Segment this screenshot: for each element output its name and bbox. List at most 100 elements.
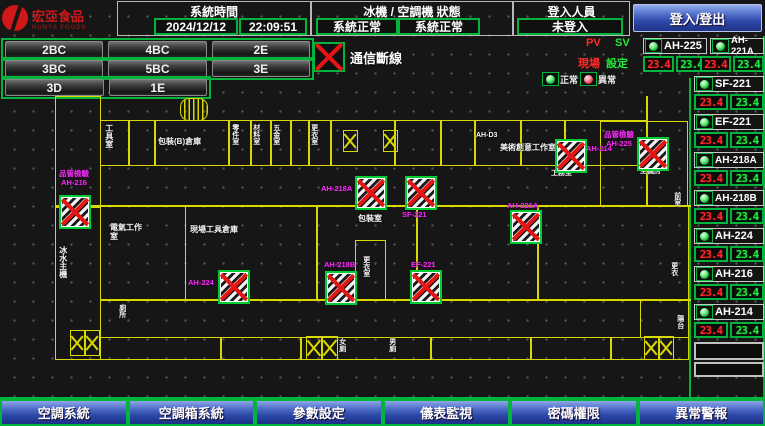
nav-abnormal-alarm[interactable]: 異常警報 [638, 399, 765, 426]
unit-name: AH-224 [715, 230, 753, 242]
room-label: 美術創意工作室 [500, 144, 556, 153]
room-label: 材料室 [252, 124, 260, 164]
device-status-ah221a[interactable] [510, 210, 542, 244]
unit-row-ef221[interactable]: EF-221 [694, 114, 764, 130]
unit-row-ah214[interactable]: AH-214 [694, 304, 764, 320]
legend-pv: PV [586, 37, 601, 49]
floor-button-1e[interactable]: 1E [109, 79, 208, 96]
unit-sv: 23.4 [730, 170, 764, 186]
device-tag-line: AH-225 [602, 140, 636, 149]
wall-divider [228, 121, 230, 165]
unit-row-ah224[interactable]: AH-224 [694, 228, 764, 244]
device-status-sf221[interactable] [405, 176, 437, 210]
room-label: 更衣室 [310, 124, 318, 164]
unit-name: AH-218A [715, 155, 757, 166]
floor-button-3d[interactable]: 3D [5, 79, 104, 96]
device-tag-ah224: AH-224 [188, 279, 214, 288]
brand-logo-icon [2, 5, 28, 31]
device-status-ah218a[interactable] [355, 176, 387, 210]
floor-button-3e[interactable]: 3E [212, 60, 310, 77]
unit-pv: 23.4 [694, 208, 728, 224]
shaft-x-symbol [85, 330, 100, 356]
login-logout-button[interactable]: 登入/登出 [633, 4, 762, 32]
room-label: 更衣室 [362, 256, 370, 296]
floor-button-3bc[interactable]: 3BC [5, 60, 103, 77]
unit-sv: 23.4 [730, 322, 764, 338]
unit-values-ah224: 23.4 23.4 [694, 246, 764, 262]
device-status-ah214[interactable] [555, 139, 587, 173]
wall-segment [355, 240, 386, 300]
unit-lamp [696, 153, 713, 167]
comm-fail-icon [313, 42, 345, 72]
device-status-ef221[interactable] [410, 270, 442, 304]
device-status-ah216[interactable] [59, 195, 91, 229]
unit-lamp [696, 191, 713, 205]
nav-ahu-system[interactable]: 空調箱系統 [128, 399, 256, 426]
wall-divider [220, 338, 222, 359]
unit-pv: 23.4 [694, 94, 728, 110]
unit-values-ah225: 23.4 23.4 [643, 56, 707, 72]
device-tag-ah216: 品管檢驗 AH-216 [46, 170, 102, 187]
room-label: 工具室 [104, 124, 113, 164]
unit-name: SF-221 [715, 78, 751, 90]
wall-divider [440, 121, 442, 165]
wall-divider [610, 338, 612, 359]
brand-logo: 宏亞食品 HUNYA FOODS [2, 2, 114, 34]
wall-divider [300, 338, 302, 359]
device-status-ah224[interactable] [218, 270, 250, 304]
device-tag-line: AH-224 [188, 279, 214, 288]
wall-divider [290, 121, 292, 165]
device-tag-ah218a: AH-218A [321, 185, 352, 194]
device-status-ah218b[interactable] [325, 271, 357, 305]
nav-meter-monitoring[interactable]: 儀表監視 [383, 399, 511, 426]
room-label: AH-D3 [476, 132, 497, 140]
room-label: 男廁 [388, 338, 396, 360]
unit-values-ah218b: 23.4 23.4 [694, 208, 764, 224]
stair-symbol [180, 98, 208, 121]
floor-button-5bc[interactable]: 5BC [108, 60, 206, 77]
wall-divider [430, 338, 432, 359]
unit-name: AH-218B [715, 193, 757, 204]
unit-row-sf221[interactable]: SF-221 [694, 76, 764, 92]
device-tag-line: SF-221 [402, 211, 427, 220]
nav-parameter-settings[interactable]: 參數設定 [255, 399, 383, 426]
shaft-x-symbol [644, 336, 659, 360]
unit-slot-empty-1 [694, 342, 764, 360]
unit-row-ah221a[interactable]: AH-221A [710, 38, 764, 54]
floor-button-2e[interactable]: 2E [212, 41, 310, 58]
floor-button-2bc[interactable]: 2BC [5, 41, 103, 58]
login-user-status: 未登入 [517, 18, 623, 35]
unit-name: AH-225 [664, 40, 702, 52]
unit-lamp [696, 115, 713, 129]
room-label: 五金室 [272, 124, 280, 164]
unit-lamp [696, 77, 713, 91]
unit-pv: 23.4 [694, 322, 728, 338]
room-label: 更衣 [670, 262, 678, 286]
bottom-nav: 空調系統 空調箱系統 參數設定 儀表監視 密碼權限 異常警報 [0, 399, 765, 426]
nav-password-permission[interactable]: 密碼權限 [510, 399, 638, 426]
unit-row-ah218a[interactable]: AH-218A [694, 152, 764, 168]
legend-pv-desc: 現場 [578, 55, 600, 71]
floor-button-row-3: 3D 1E [1, 76, 211, 99]
comm-fail-label: 通信斷線 [350, 48, 402, 67]
device-status-ah225[interactable] [637, 137, 669, 171]
unit-row-ah218b[interactable]: AH-218B [694, 190, 764, 206]
unit-row-ah216[interactable]: AH-216 [694, 266, 764, 282]
floor-button-4bc[interactable]: 4BC [108, 41, 206, 58]
unit-values-ah218a: 23.4 23.4 [694, 170, 764, 186]
unit-row-ah225[interactable]: AH-225 [643, 38, 707, 54]
unit-slot-empty-2 [694, 362, 764, 377]
unit-sv: 23.4 [730, 246, 764, 262]
unit-values-ah214: 23.4 23.4 [694, 322, 764, 338]
room-label: 前室 [673, 192, 681, 216]
wall-segment [55, 96, 101, 208]
wall-divider [154, 121, 156, 165]
unit-name: AH-214 [715, 306, 753, 318]
unit-pv: 23.4 [643, 56, 674, 72]
shaft-x-symbol [70, 330, 85, 356]
nav-ac-system[interactable]: 空調系統 [0, 399, 128, 426]
device-tag-line: AH-216 [46, 179, 102, 188]
room-label: 冰水主機 [58, 246, 67, 298]
shaft-x-symbol [306, 336, 322, 360]
device-tag-line: EF-221 [411, 261, 436, 270]
